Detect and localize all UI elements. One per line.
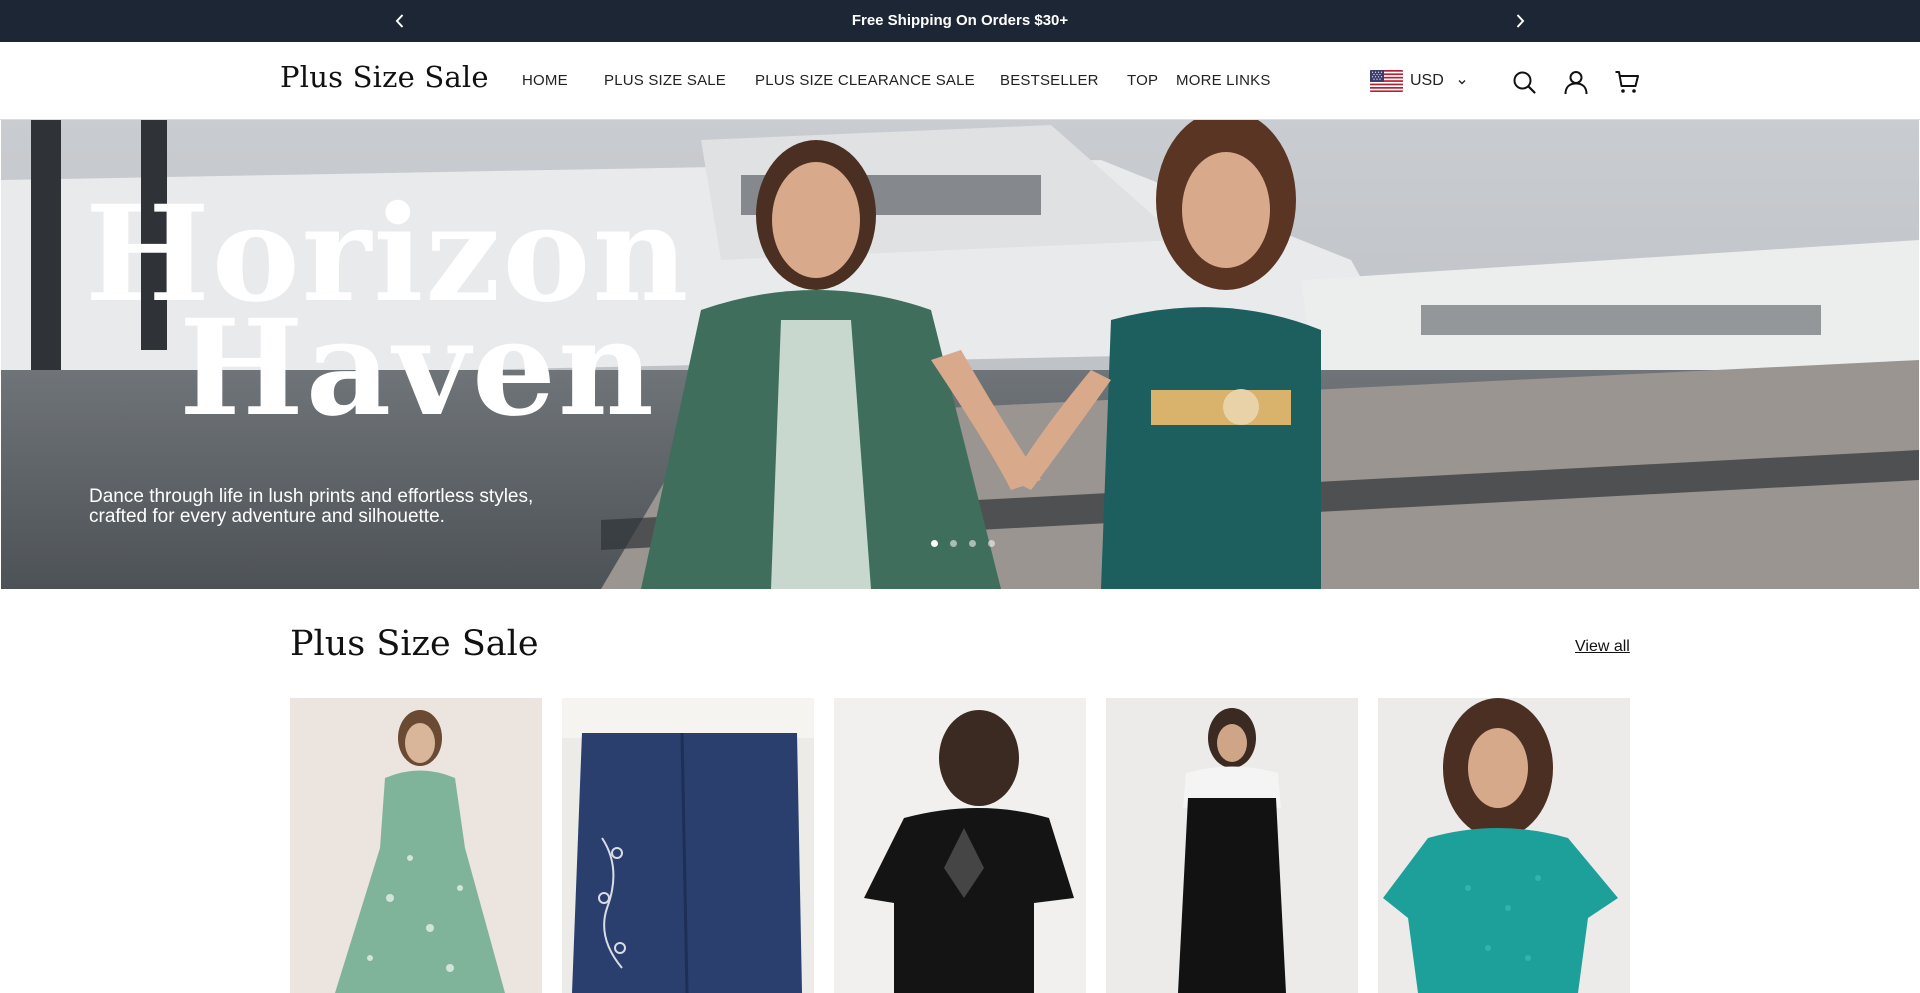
product-card-embroidered-denim-jeans[interactable] <box>562 698 814 993</box>
slide-dot-2[interactable] <box>950 540 957 547</box>
section-title: Plus Size Sale <box>290 624 539 664</box>
hero-subtitle: Dance through life in lush prints and ef… <box>89 487 609 527</box>
product-image <box>290 698 542 993</box>
chevron-down-icon <box>1456 75 1468 87</box>
hero-banner[interactable]: Horizon Haven Dance through life in lush… <box>1 120 1919 589</box>
nav-plus-size-sale[interactable]: PLUS SIZE SALE <box>604 72 726 89</box>
us-flag-icon <box>1370 70 1403 92</box>
product-image <box>1378 698 1630 993</box>
product-image <box>834 698 1086 993</box>
nav-plus-size-clearance-sale[interactable]: PLUS SIZE CLEARANCE SALE <box>755 72 975 89</box>
slide-dot-1[interactable] <box>931 540 938 547</box>
nav-more-links[interactable]: MORE LINKS <box>1176 72 1271 89</box>
currency-selector[interactable]: USD <box>1370 68 1468 94</box>
site-logo[interactable]: Plus Size Sale <box>280 60 489 94</box>
product-card-black-butterfly-back-tee[interactable] <box>834 698 1086 993</box>
hero-subtitle-line1: Dance through life in lush prints and ef… <box>89 486 534 507</box>
hero-title-line2: Haven <box>179 290 656 446</box>
slide-indicators <box>931 540 995 547</box>
product-card-black-overall-jumpsuit[interactable] <box>1106 698 1358 993</box>
product-image <box>562 698 814 993</box>
search-icon[interactable] <box>1511 69 1537 95</box>
cart-icon[interactable] <box>1614 69 1640 95</box>
chevron-right-icon[interactable] <box>1510 11 1530 31</box>
slide-dot-4[interactable] <box>988 540 995 547</box>
currency-label: USD <box>1410 72 1444 89</box>
nav-home[interactable]: HOME <box>522 72 568 89</box>
product-card-green-floral-dress[interactable] <box>290 698 542 993</box>
hero-title: Horizon Haven <box>85 189 690 446</box>
hero-subtitle-line2: crafted for every adventure and silhouet… <box>89 506 445 527</box>
announcement-bar: Free Shipping On Orders $30+ <box>0 0 1920 42</box>
product-image <box>1106 698 1358 993</box>
view-all-link[interactable]: View all <box>1575 638 1630 656</box>
nav-top[interactable]: TOP <box>1127 72 1158 89</box>
slide-dot-3[interactable] <box>969 540 976 547</box>
nav-bestseller[interactable]: BESTSELLER <box>1000 72 1099 89</box>
site-header: Plus Size Sale HOME PLUS SIZE SALE PLUS … <box>0 42 1920 120</box>
announcement-text: Free Shipping On Orders $30+ <box>851 12 1069 29</box>
account-icon[interactable] <box>1563 69 1589 95</box>
product-card-teal-eyelet-top[interactable] <box>1378 698 1630 993</box>
